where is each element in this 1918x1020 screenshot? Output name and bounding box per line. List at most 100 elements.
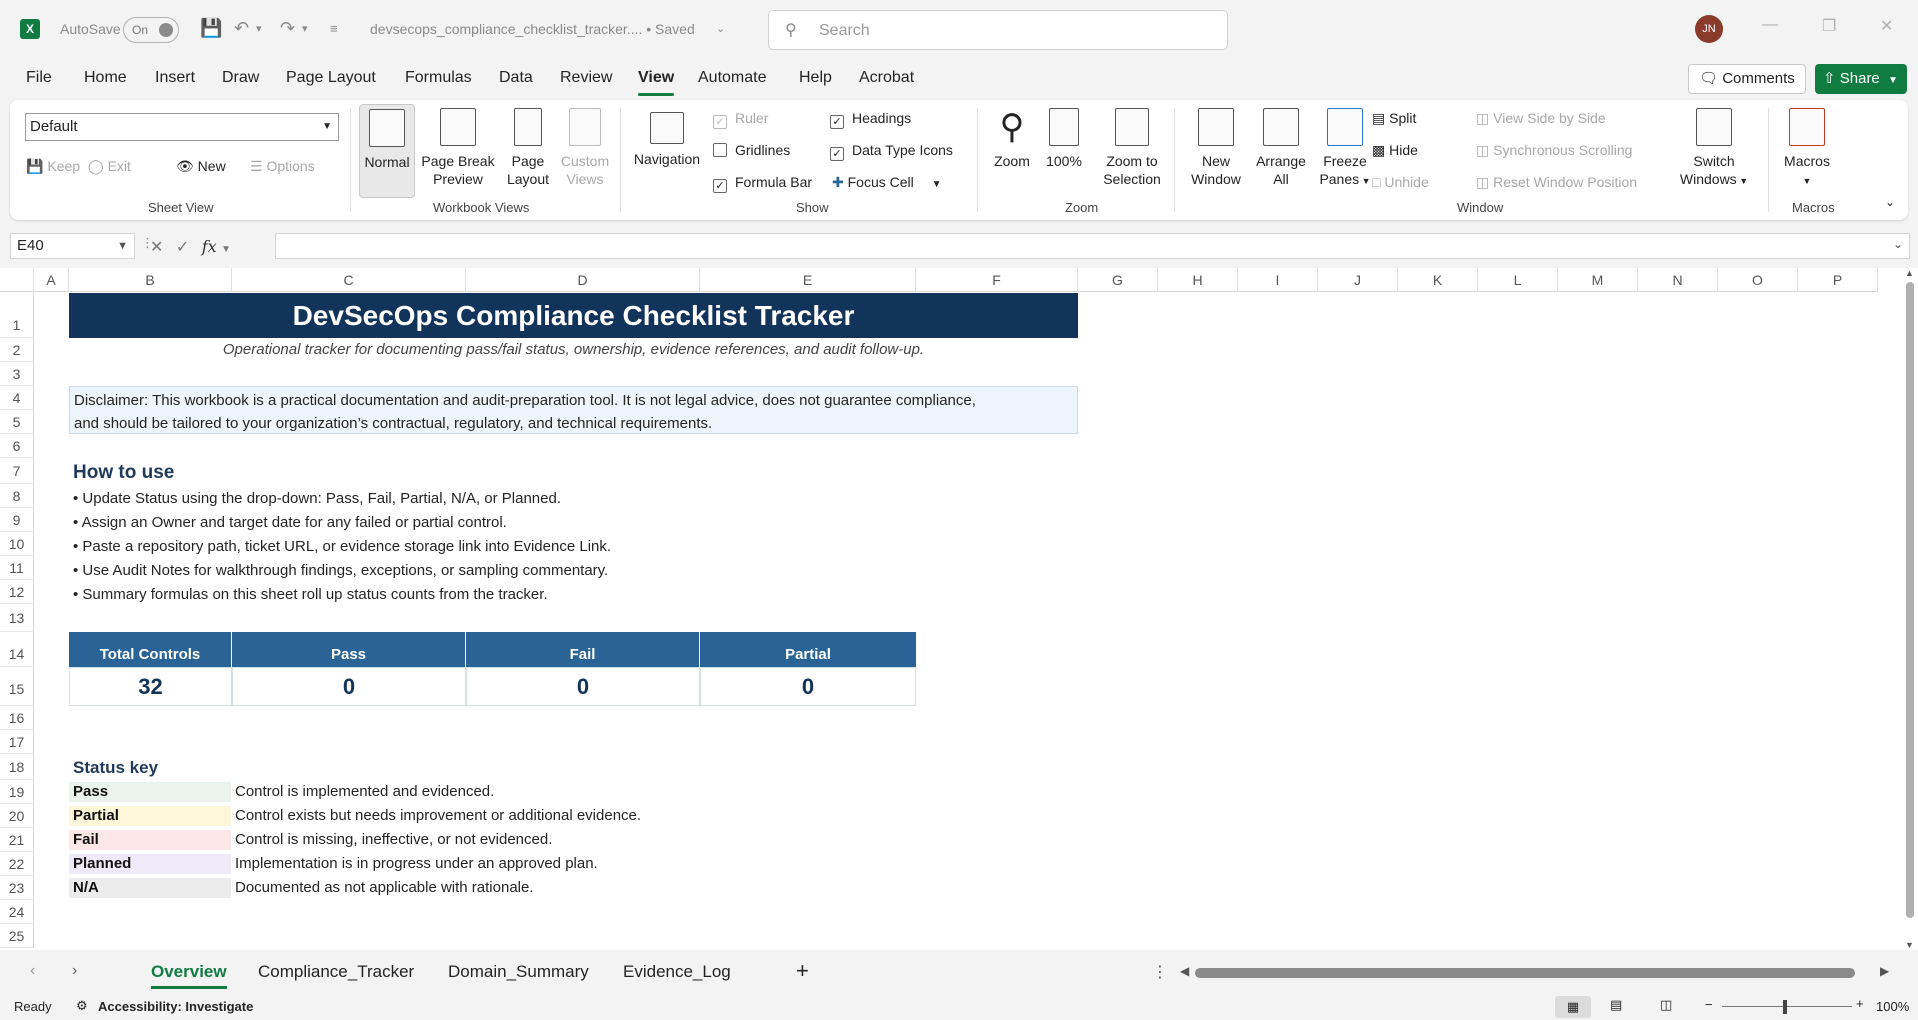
avatar[interactable]: JN [1695, 15, 1723, 43]
status-key-heading[interactable]: Status key [73, 758, 158, 778]
name-box[interactable]: E40 ▼ [10, 233, 135, 259]
page-break-preview-button[interactable]: Page Break Preview [418, 108, 498, 188]
insert-function-button[interactable]: fx [202, 237, 217, 256]
gridlines-checkbox[interactable]: Gridlines [713, 142, 790, 158]
column-header[interactable]: K [1398, 268, 1478, 292]
focus-cell-button[interactable]: ✚ Focus Cell ▼ [832, 174, 942, 191]
add-sheet-button[interactable]: + [796, 958, 809, 984]
zoom-slider[interactable] [1722, 1006, 1852, 1007]
sheet-view-select[interactable]: Default ▼ [25, 113, 339, 141]
row-header[interactable]: 13 [0, 604, 34, 632]
customize-toolbar-icon[interactable]: ≡ [330, 21, 338, 36]
status-key-desc[interactable]: Control is missing, ineffective, or not … [235, 830, 552, 850]
normal-view-status-icon[interactable]: ▦ [1555, 996, 1591, 1018]
instruction-item[interactable]: • Paste a repository path, ticket URL, o… [73, 538, 611, 555]
row-header[interactable]: 7 [0, 458, 34, 484]
redo-icon[interactable]: ↷ [280, 18, 295, 39]
worksheet-grid[interactable]: A B C D E F G H I J K L M N O P 1 2 3 4 … [0, 268, 1918, 950]
row-header[interactable]: 11 [0, 556, 34, 580]
menu-insert[interactable]: Insert [155, 69, 195, 87]
share-button[interactable]: ⇧ Share ▼ [1815, 64, 1907, 94]
how-to-use-heading[interactable]: How to use [73, 462, 174, 484]
scroll-down-arrow-icon[interactable]: ▼ [1905, 940, 1914, 950]
arrange-all-button[interactable]: Arrange All [1250, 108, 1312, 188]
menu-review[interactable]: Review [560, 69, 612, 87]
status-key-desc[interactable]: Control is implemented and evidenced. [235, 782, 494, 802]
column-header[interactable]: B [69, 268, 232, 292]
options-button[interactable]: ☰ Options [250, 158, 315, 175]
view-side-by-side-button[interactable]: ◫ View Side by Side [1476, 110, 1606, 127]
keep-button[interactable]: 💾 Keep [26, 158, 80, 175]
sheet-tab-evidence-log[interactable]: Evidence_Log [623, 962, 731, 982]
redo-dropdown-icon[interactable]: ▾ [302, 22, 308, 35]
document-title[interactable]: devsecops_compliance_checklist_tracker..… [370, 21, 695, 37]
column-header[interactable]: C [232, 268, 466, 292]
stat-header-total-controls[interactable]: Total Controls [69, 632, 232, 667]
split-button[interactable]: ▤ Split [1372, 110, 1416, 127]
navigation-button[interactable]: Navigation [628, 108, 706, 168]
row-header[interactable]: 2 [0, 338, 34, 362]
page-title[interactable]: DevSecOps Compliance Checklist Tracker [69, 293, 1078, 338]
ribbon-collapse-chevron-icon[interactable]: ⌄ [1885, 195, 1895, 209]
hide-button[interactable]: ▩ Hide [1372, 142, 1418, 159]
column-header[interactable]: I [1238, 268, 1318, 292]
row-header[interactable]: 18 [0, 754, 34, 780]
row-header[interactable]: 8 [0, 484, 34, 508]
stat-header-pass[interactable]: Pass [232, 632, 466, 667]
scroll-left-arrow-icon[interactable]: ◀ [1180, 964, 1189, 978]
stat-value-partial[interactable]: 0 [700, 667, 916, 706]
save-icon[interactable]: 💾 [200, 18, 222, 39]
stat-header-partial[interactable]: Partial [700, 632, 916, 667]
instruction-item[interactable]: • Summary formulas on this sheet roll up… [73, 586, 548, 603]
row-header[interactable]: 1 [0, 292, 34, 338]
row-header[interactable]: 9 [0, 508, 34, 532]
stat-value-pass[interactable]: 0 [232, 667, 466, 706]
vertical-scrollbar[interactable]: ▲ ▼ [1902, 268, 1918, 950]
horizontal-scroll-thumb[interactable] [1195, 968, 1855, 978]
accessibility-status[interactable]: Accessibility: Investigate [98, 999, 253, 1014]
column-header[interactable]: P [1798, 268, 1878, 292]
row-header[interactable]: 19 [0, 780, 34, 804]
search-input[interactable]: ⚲ Search [768, 10, 1228, 50]
formula-input[interactable]: ⌄ [275, 233, 1910, 259]
next-sheet-chevron-icon[interactable]: › [72, 962, 77, 980]
status-key-desc[interactable]: Implementation is in progress under an a… [235, 854, 598, 874]
menu-data[interactable]: Data [499, 69, 533, 87]
column-header[interactable]: A [34, 268, 69, 292]
column-header[interactable]: M [1558, 268, 1638, 292]
synchronous-scrolling-button[interactable]: ◫ Synchronous Scrolling [1476, 142, 1632, 159]
select-all-corner[interactable] [0, 268, 34, 292]
sheet-tab-domain-summary[interactable]: Domain_Summary [448, 962, 589, 982]
menu-automate[interactable]: Automate [698, 69, 766, 87]
column-header[interactable]: E [700, 268, 916, 292]
zoom-in-icon[interactable]: + [1856, 996, 1864, 1011]
column-header[interactable]: L [1478, 268, 1558, 292]
row-header[interactable]: 22 [0, 852, 34, 876]
ruler-checkbox[interactable]: ✓ Ruler [713, 110, 768, 129]
undo-icon[interactable]: ↶ [234, 18, 249, 39]
scroll-right-arrow-icon[interactable]: ▶ [1880, 964, 1889, 978]
page-layout-view-button[interactable]: Page Layout [504, 108, 552, 188]
sheet-tab-compliance-tracker[interactable]: Compliance_Tracker [258, 962, 414, 982]
menu-page-layout[interactable]: Page Layout [286, 69, 376, 87]
row-header[interactable]: 25 [0, 924, 34, 948]
restore-icon[interactable]: ❐ [1822, 16, 1836, 36]
status-key-label[interactable]: Fail [69, 830, 231, 850]
switch-windows-button[interactable]: Switch Windows ▼ [1678, 108, 1750, 190]
zoom-out-icon[interactable]: − [1705, 997, 1713, 1012]
row-header[interactable]: 15 [0, 667, 34, 706]
page-subtitle[interactable]: Operational tracker for documenting pass… [69, 341, 1078, 358]
minimize-icon[interactable]: — [1762, 16, 1778, 34]
stat-value-fail[interactable]: 0 [466, 667, 700, 706]
autosave-toggle[interactable]: On [123, 17, 179, 43]
column-header[interactable]: O [1718, 268, 1798, 292]
prev-sheet-chevron-icon[interactable]: ‹ [30, 962, 35, 980]
column-header[interactable]: J [1318, 268, 1398, 292]
menu-home[interactable]: Home [84, 69, 127, 87]
row-header[interactable]: 12 [0, 580, 34, 604]
enter-check-icon[interactable]: ✓ [176, 239, 189, 256]
row-header[interactable]: 21 [0, 828, 34, 852]
column-header[interactable]: G [1078, 268, 1158, 292]
disclaimer-box[interactable]: Disclaimer: This workbook is a practical… [69, 386, 1078, 434]
zoom-to-selection-button[interactable]: Zoom to Selection [1096, 108, 1168, 188]
